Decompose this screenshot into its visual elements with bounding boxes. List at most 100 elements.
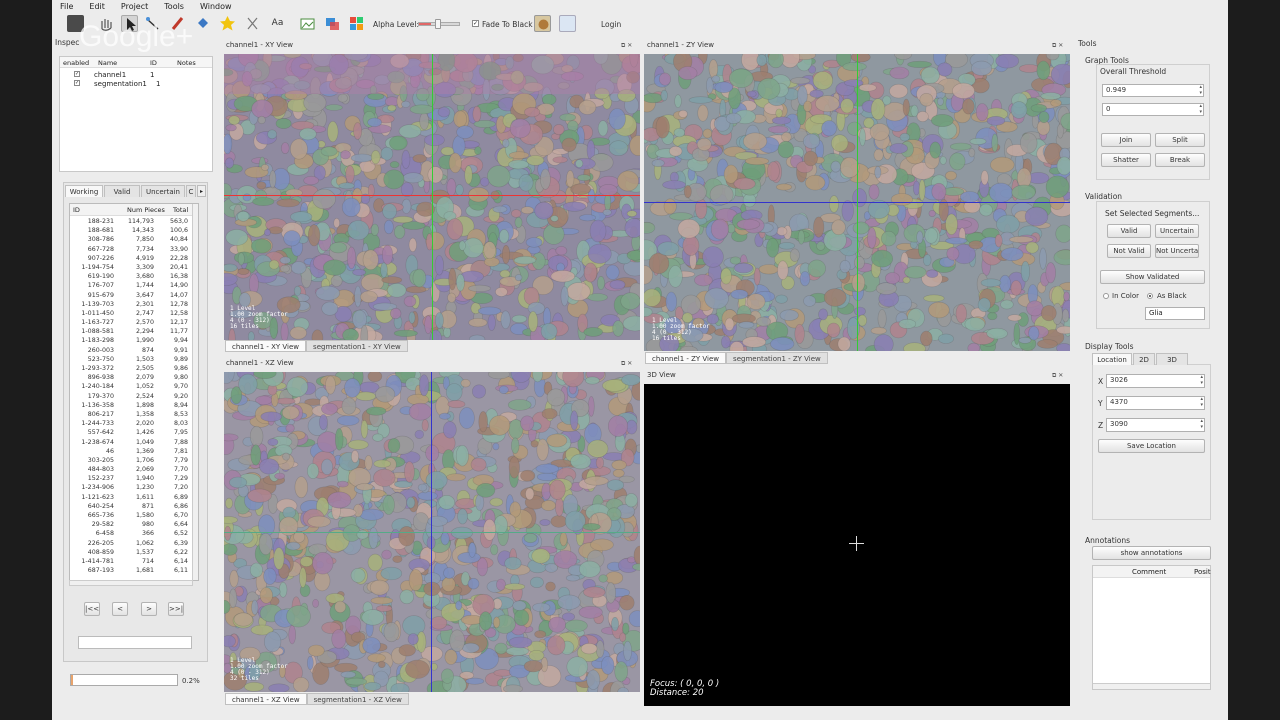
- col-total[interactable]: Total: [173, 206, 188, 214]
- channel1-enabled-checkbox[interactable]: ✓: [74, 71, 80, 77]
- show-annotations-button[interactable]: show annotations: [1092, 546, 1211, 560]
- tab-segmentation1-xz[interactable]: segmentation1 - XZ View: [306, 693, 409, 705]
- next-page-button[interactable]: >: [141, 602, 157, 616]
- text-annotation-icon[interactable]: Aa: [269, 15, 286, 32]
- fade-to-black-checkbox[interactable]: ✓: [472, 20, 479, 27]
- col-comment[interactable]: Comment: [1132, 568, 1166, 576]
- table-row[interactable]: 557-642 1,426 7,95: [70, 428, 194, 437]
- z-location-input[interactable]: 3090: [1106, 418, 1205, 432]
- valid-button[interactable]: Valid: [1107, 224, 1151, 238]
- layers-icon[interactable]: [324, 15, 341, 32]
- shatter-button[interactable]: Shatter: [1101, 153, 1151, 167]
- as-black-radio[interactable]: [1147, 293, 1153, 299]
- inspector-row-name[interactable]: channel1: [94, 71, 126, 79]
- uncertain-button[interactable]: Uncertain: [1155, 224, 1199, 238]
- segment-table-scrollbar[interactable]: [192, 204, 198, 580]
- xz-view-float-icon[interactable]: ⧉ ✕: [621, 360, 632, 368]
- not-valid-button[interactable]: Not Valid: [1107, 244, 1151, 258]
- split-button[interactable]: Split: [1155, 133, 1205, 147]
- table-row[interactable]: 408-859 1,537 6,22: [70, 548, 194, 557]
- table-row[interactable]: 226-205 1,062 6,39: [70, 539, 194, 548]
- col-position[interactable]: Posit: [1194, 568, 1211, 576]
- color-map-icon[interactable]: [348, 15, 365, 32]
- menu-edit[interactable]: Edit: [89, 2, 105, 11]
- table-row[interactable]: 152-237 1,940 7,29: [70, 474, 194, 483]
- zy-view-float-icon[interactable]: ⧉ ✕: [1052, 42, 1063, 50]
- table-row[interactable]: 1-244-733 2,020 8,03: [70, 419, 194, 428]
- in-color-radio[interactable]: [1103, 293, 1109, 299]
- tab-working[interactable]: Working: [65, 185, 103, 197]
- brain-icon[interactable]: [534, 15, 551, 32]
- 3d-view-float-icon[interactable]: ⧉ ✕: [1052, 372, 1063, 380]
- table-row[interactable]: 6-458 366 6,52: [70, 529, 194, 538]
- table-row[interactable]: 667-728 7,734 33,90: [70, 245, 194, 254]
- login-link[interactable]: Login: [601, 20, 621, 29]
- tab-channel1-zy[interactable]: channel1 - ZY View: [645, 352, 727, 364]
- table-row[interactable]: 1-088-581 2,294 11,77: [70, 327, 194, 336]
- tab-valid[interactable]: Valid: [104, 185, 140, 197]
- menu-project[interactable]: Project: [121, 2, 148, 11]
- tab-uncertain[interactable]: Uncertain: [141, 185, 185, 197]
- 3d-view-canvas[interactable]: Focus: ( 0, 0, 0 ) Distance: 20: [644, 384, 1070, 706]
- picture-icon[interactable]: [299, 15, 316, 32]
- tab-scroll-right-icon[interactable]: ▸: [197, 185, 206, 197]
- info-icon[interactable]: [559, 15, 576, 32]
- fill-icon[interactable]: [194, 15, 211, 32]
- segmentation1-enabled-checkbox[interactable]: ✓: [74, 80, 80, 86]
- y-location-input[interactable]: 4370: [1106, 396, 1205, 410]
- table-row[interactable]: 1-194-754 3,309 20,41: [70, 263, 194, 272]
- star-icon[interactable]: [219, 15, 236, 32]
- table-row[interactable]: 1-163-727 2,570 12,17: [70, 318, 194, 327]
- segment-table-hscrollbar[interactable]: [69, 580, 193, 586]
- tab-channel1-xz[interactable]: channel1 - XZ View: [225, 693, 307, 705]
- table-row[interactable]: 188-231 114,793 563,0: [70, 217, 194, 226]
- glia-input[interactable]: Glia: [1145, 307, 1205, 320]
- table-row[interactable]: 176-707 1,744 14,90: [70, 281, 194, 290]
- tab-more[interactable]: C: [186, 185, 196, 197]
- tab-2d[interactable]: 2D: [1133, 353, 1155, 365]
- table-row[interactable]: 188-681 14,343 100,6: [70, 226, 194, 235]
- table-row[interactable]: 806-217 1,358 8,53: [70, 410, 194, 419]
- table-row[interactable]: 484-803 2,069 7,70: [70, 465, 194, 474]
- table-row[interactable]: 179-370 2,524 9,20: [70, 392, 194, 401]
- col-id[interactable]: ID: [73, 206, 80, 214]
- table-row[interactable]: 1-136-358 1,898 8,94: [70, 401, 194, 410]
- threshold-secondary-input[interactable]: 0: [1102, 103, 1204, 116]
- table-row[interactable]: 308-786 7,850 40,84: [70, 235, 194, 244]
- join-button[interactable]: Join: [1101, 133, 1151, 147]
- tab-channel1-xy[interactable]: channel1 - XY View: [225, 340, 307, 352]
- show-validated-button[interactable]: Show Validated: [1100, 270, 1205, 284]
- table-row[interactable]: 523-750 1,503 9,89: [70, 355, 194, 364]
- cut-icon[interactable]: [244, 15, 261, 32]
- table-row[interactable]: 619-190 3,680 16,38: [70, 272, 194, 281]
- table-row[interactable]: 687-193 1,681 6,11: [70, 566, 194, 575]
- alpha-level-handle[interactable]: [435, 19, 441, 29]
- menu-tools[interactable]: Tools: [164, 2, 184, 11]
- tab-3d[interactable]: 3D: [1156, 353, 1188, 365]
- table-row[interactable]: 1-183-298 1,990 9,94: [70, 336, 194, 345]
- xy-view-canvas[interactable]: 1 Level 1.00 zoom factor 4 (0 - 312) 16 …: [224, 54, 640, 340]
- break-button[interactable]: Break: [1155, 153, 1205, 167]
- threshold-input[interactable]: 0.949: [1102, 84, 1204, 97]
- annotations-hscrollbar[interactable]: [1093, 683, 1210, 689]
- table-row[interactable]: 907-226 4,919 22,28: [70, 254, 194, 263]
- first-page-button[interactable]: |<<: [84, 602, 100, 616]
- table-row[interactable]: 1-238-674 1,049 7,88: [70, 438, 194, 447]
- zy-view-canvas[interactable]: 1 Level 1.00 zoom factor 4 (0 - 312) 16 …: [644, 54, 1070, 351]
- menu-window[interactable]: Window: [200, 2, 232, 11]
- table-row[interactable]: 665-736 1,580 6,70: [70, 511, 194, 520]
- x-location-input[interactable]: 3026: [1106, 374, 1205, 388]
- table-row[interactable]: 1-121-623 1,611 6,89: [70, 493, 194, 502]
- tab-segmentation1-xy[interactable]: segmentation1 - XY View: [306, 340, 408, 352]
- xy-view-float-icon[interactable]: ⧉ ✕: [621, 42, 632, 50]
- table-row[interactable]: 1-240-184 1,052 9,70: [70, 382, 194, 391]
- table-row[interactable]: 1-414-781 714 6,14: [70, 557, 194, 566]
- table-row[interactable]: 896-938 2,079 9,80: [70, 373, 194, 382]
- table-row[interactable]: 1-293-372 2,505 9,86: [70, 364, 194, 373]
- table-row[interactable]: 640-254 871 6,86: [70, 502, 194, 511]
- xz-view-canvas[interactable]: 1 Level 1.00 zoom factor 4 (0 - 312) 32 …: [224, 372, 640, 692]
- alpha-level-slider[interactable]: [418, 19, 460, 29]
- table-row[interactable]: 915-679 3,647 14,07: [70, 291, 194, 300]
- not-uncertain-button[interactable]: Not Uncertain: [1155, 244, 1199, 258]
- table-row[interactable]: 1-234-906 1,230 7,20: [70, 483, 194, 492]
